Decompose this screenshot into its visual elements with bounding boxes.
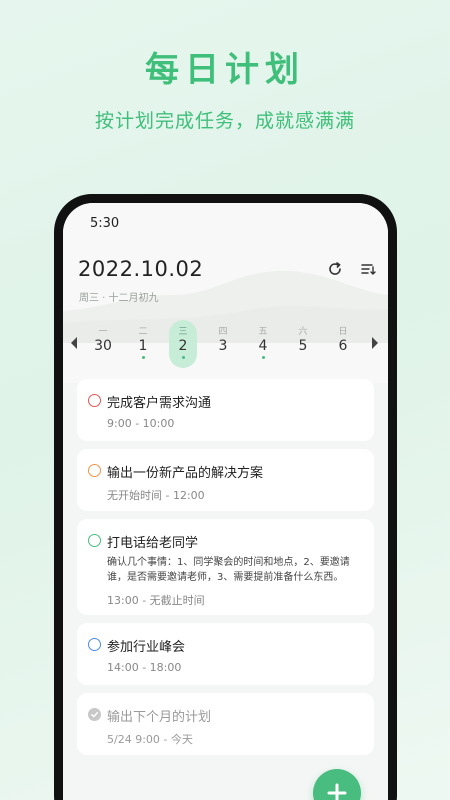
task-card[interactable]: 输出一份新产品的解决方案 无开始时间 - 12:00	[77, 449, 374, 511]
task-checkbox[interactable]	[88, 638, 101, 651]
plus-icon	[327, 783, 347, 800]
day-weekday: 六	[298, 327, 308, 337]
day-weekday: 三	[178, 327, 188, 337]
task-checkbox[interactable]	[88, 534, 101, 547]
day-weekday: 日	[338, 327, 348, 337]
task-time: 无开始时间 - 12:00	[107, 489, 205, 502]
task-title: 输出下个月的计划	[107, 710, 212, 725]
day-item[interactable]: 日 6	[329, 320, 357, 368]
task-title: 完成客户需求沟通	[107, 396, 212, 411]
prev-week-icon[interactable]	[69, 336, 79, 350]
refresh-icon[interactable]	[325, 259, 345, 279]
day-date: 30	[94, 338, 112, 354]
day-weekday: 四	[218, 327, 228, 337]
day-date: 2	[178, 338, 188, 354]
task-dot	[261, 356, 265, 359]
phone-frame: 5:30 2022.10.02 周三 · 十二月初九 一 30 二 1 三 2 …	[54, 194, 397, 800]
day-item[interactable]: 二 1	[129, 320, 157, 368]
task-time: 14:00 - 18:00	[107, 661, 182, 674]
promo-subtitle: 按计划完成任务，成就感满满	[94, 110, 355, 132]
task-card-completed[interactable]: 输出下个月的计划 5/24 9:00 - 今天	[77, 693, 374, 755]
day-item[interactable]: 六 5	[289, 320, 317, 368]
next-week-icon[interactable]	[370, 336, 380, 350]
day-weekday: 五	[258, 327, 268, 337]
task-title: 参加行业峰会	[107, 640, 186, 655]
day-item[interactable]: 一 30	[89, 320, 117, 368]
task-time: 5/24 9:00 - 今天	[107, 733, 193, 746]
day-item[interactable]: 五 4	[249, 320, 277, 368]
promo-title: 每日计划	[145, 50, 305, 90]
day-date: 6	[338, 338, 348, 354]
task-dot	[141, 356, 145, 359]
day-weekday: 二	[138, 327, 148, 337]
current-date[interactable]: 2022.10.02	[78, 257, 203, 281]
task-time: 9:00 - 10:00	[107, 417, 175, 430]
day-date: 3	[218, 338, 228, 354]
day-item[interactable]: 四 3	[209, 320, 237, 368]
day-date: 5	[298, 338, 308, 354]
day-date: 4	[258, 338, 268, 354]
status-time: 5:30	[90, 216, 120, 231]
lunar-date: 周三 · 十二月初九	[79, 293, 159, 304]
task-time: 13:00 - 无截止时间	[107, 594, 205, 607]
add-task-button[interactable]	[313, 769, 361, 800]
task-title: 输出一份新产品的解决方案	[107, 466, 264, 481]
task-dot	[181, 356, 185, 359]
task-card[interactable]: 参加行业峰会 14:00 - 18:00	[77, 623, 374, 685]
day-weekday: 一	[98, 327, 108, 337]
task-card[interactable]: 完成客户需求沟通 9:00 - 10:00	[77, 379, 374, 441]
task-card[interactable]: 打电话给老同学 确认几个事情：1、同学聚会的时间和地点，2、要邀请谁，是否需要邀…	[77, 519, 374, 615]
check-done-icon[interactable]	[88, 708, 101, 721]
task-checkbox[interactable]	[88, 394, 101, 407]
day-item-selected[interactable]: 三 2	[169, 320, 197, 368]
week-selector: 一 30 二 1 三 2 四 3 五 4 六 5 日 6	[63, 320, 388, 370]
app-screen: 5:30 2022.10.02 周三 · 十二月初九 一 30 二 1 三 2 …	[63, 203, 388, 800]
task-checkbox[interactable]	[88, 464, 101, 477]
task-title: 打电话给老同学	[107, 536, 199, 551]
sort-icon[interactable]	[358, 259, 378, 279]
task-description: 确认几个事情：1、同学聚会的时间和地点，2、要邀请谁，是否需要邀请老师，3、需要…	[107, 557, 350, 583]
day-date: 1	[138, 338, 148, 354]
